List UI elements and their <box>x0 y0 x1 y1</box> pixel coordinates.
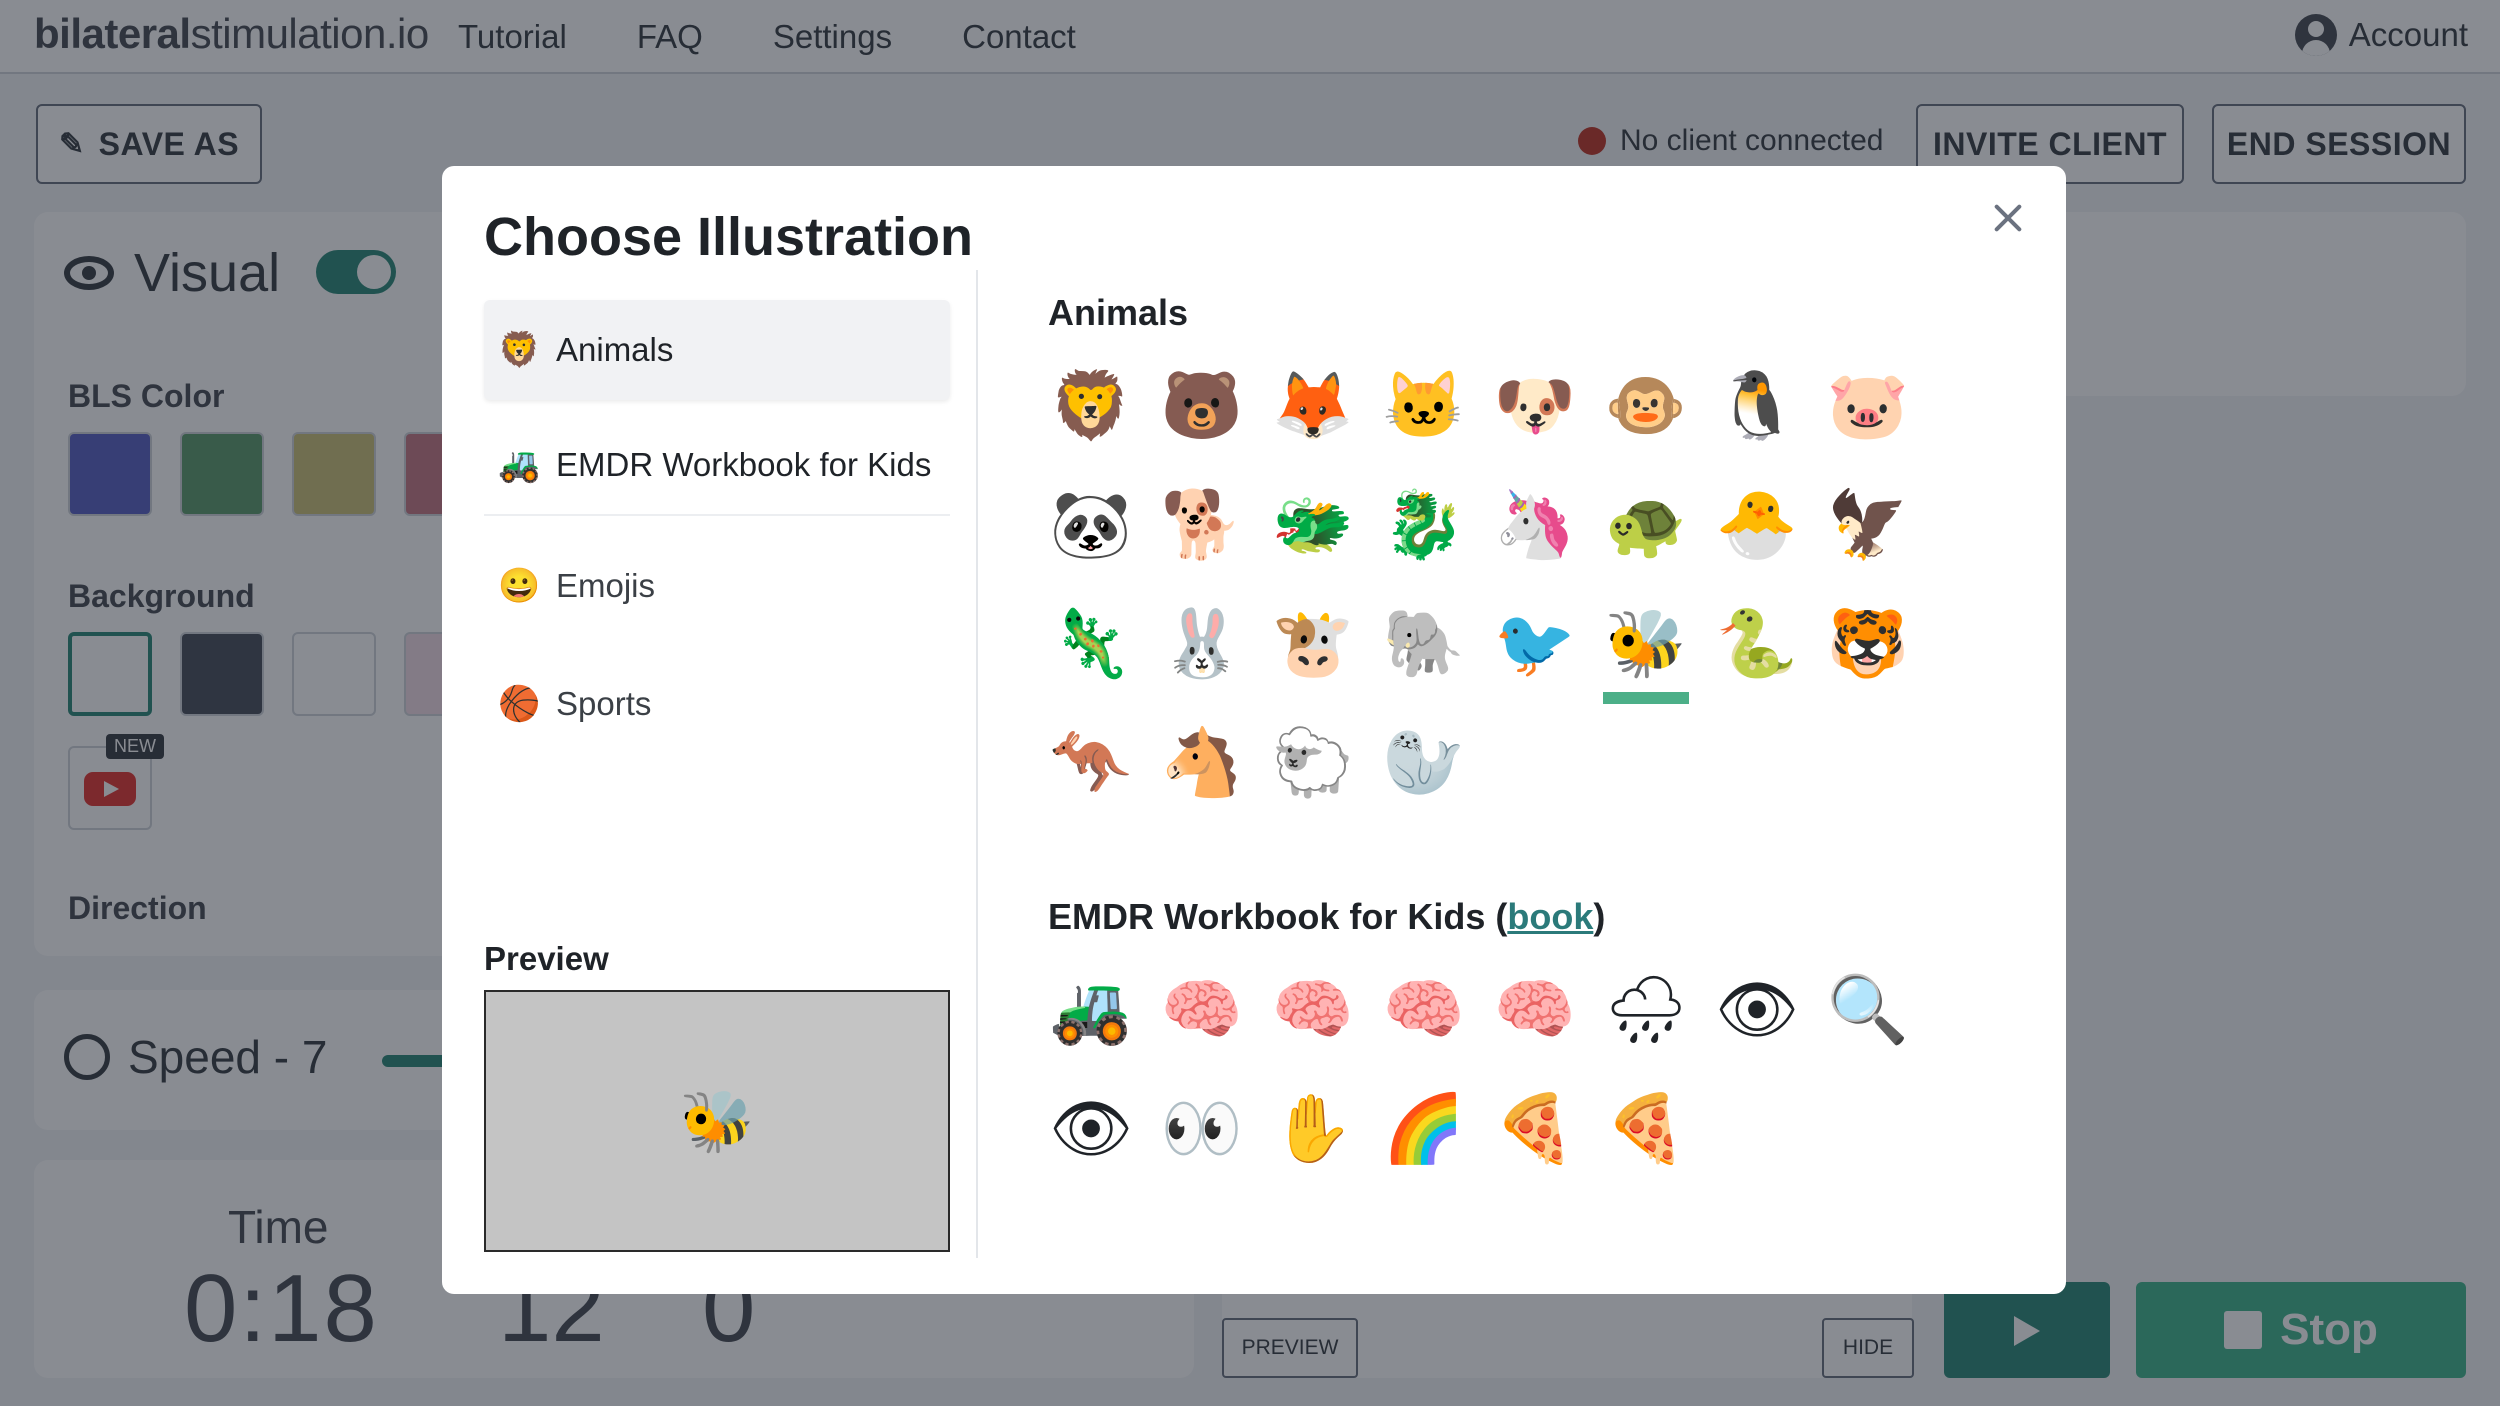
panda-icon[interactable]: 🐼 <box>1048 481 1134 567</box>
bear-icon[interactable]: 🐻 <box>1159 362 1245 448</box>
animals-grid: 🦁 🐻 🦊 🐱 🐶 🐵 🐧 🐷 🐼 🐕 🐲 🐉 🦄 🐢 🐣 🦅 🦎 🐰 🐮 🐘 🐦 🐝 🐍 🐯 🦘 🐴 🐑 🦭 <box>1048 362 1911 805</box>
kangaroo-icon[interactable]: 🦘 <box>1048 719 1134 805</box>
pizza-slice-icon[interactable]: 🍕 <box>1603 1085 1689 1171</box>
workbook-grid: 🚜 🧠 🧠 🧠 🧠 🌧 👁 🔍 👁 👀 ✋ 🌈 🍕 🍕 <box>1048 966 1911 1171</box>
green-dragon-icon[interactable]: 🐉 <box>1381 481 1467 567</box>
eyeball-icon[interactable]: 👁 <box>1714 966 1800 1052</box>
rainbow-icon[interactable]: 🌈 <box>1381 1085 1467 1171</box>
brain-thinking-icon[interactable]: 🧠 <box>1381 966 1467 1052</box>
choose-illustration-dialog: Choose Illustration 🦁 Animals 🚜 EMDR Wor… <box>442 166 2066 1294</box>
brain-icon[interactable]: 🧠 <box>1159 966 1245 1052</box>
elephant-icon[interactable]: 🐘 <box>1381 600 1467 686</box>
tiger-icon[interactable]: 🐯 <box>1825 600 1911 686</box>
close-icon[interactable] <box>1988 198 2028 238</box>
category-emojis[interactable]: 😀 Emojis <box>484 536 950 636</box>
rabbit-icon[interactable]: 🐰 <box>1159 600 1245 686</box>
category-sports[interactable]: 🏀 Sports <box>484 654 950 754</box>
category-label: Emojis <box>556 567 656 604</box>
smile-icon: 😀 <box>498 567 541 605</box>
sheep-icon[interactable]: 🐑 <box>1270 719 1356 805</box>
cow-icon[interactable]: 🐮 <box>1270 600 1356 686</box>
workbook-title-close: ) <box>1593 896 1606 937</box>
chick-icon[interactable]: 🐣 <box>1714 481 1800 567</box>
excavator-icon[interactable]: 🚜 <box>1048 966 1134 1052</box>
horse-icon[interactable]: 🐴 <box>1159 719 1245 805</box>
brain-icon[interactable]: 🧠 <box>1492 966 1578 1052</box>
category-label: Animals <box>556 331 674 368</box>
preview-label: Preview <box>484 940 609 977</box>
fox-icon[interactable]: 🦊 <box>1270 362 1356 448</box>
pig-icon[interactable]: 🐷 <box>1825 362 1911 448</box>
dog-icon[interactable]: 🐶 <box>1492 362 1578 448</box>
category-label: Sports <box>556 685 652 722</box>
axolotl-icon[interactable]: 🦎 <box>1048 600 1134 686</box>
workbook-section-title: EMDR Workbook for Kids (book) <box>1048 896 1605 938</box>
preview-box: 🐝 <box>484 990 950 1252</box>
eagle-icon[interactable]: 🦅 <box>1825 481 1911 567</box>
pizza-icon[interactable]: 🍕 <box>1492 1085 1578 1171</box>
category-emdr-workbook[interactable]: 🚜 EMDR Workbook for Kids <box>484 416 950 516</box>
column-divider <box>976 270 978 1258</box>
eye-magnifier-icon[interactable]: 🔍 <box>1825 966 1911 1052</box>
eyeball-blue-icon[interactable]: 👁 <box>1048 1085 1134 1171</box>
dialog-title: Choose Illustration <box>484 207 974 267</box>
category-label: EMDR Workbook for Kids <box>556 446 932 483</box>
animals-section-title: Animals <box>1048 292 1189 333</box>
book-link[interactable]: book <box>1507 896 1593 937</box>
shiba-icon[interactable]: 🐕 <box>1159 481 1245 567</box>
monkey-icon[interactable]: 🐵 <box>1603 362 1689 448</box>
cat-icon[interactable]: 🐱 <box>1381 362 1467 448</box>
snake-icon[interactable]: 🐍 <box>1714 600 1800 686</box>
walrus-icon[interactable]: 🦭 <box>1381 719 1467 805</box>
basketball-icon: 🏀 <box>498 685 541 723</box>
dragon-icon[interactable]: 🐲 <box>1270 481 1356 567</box>
brain-icon[interactable]: 🧠 <box>1270 966 1356 1052</box>
hand-icon[interactable]: ✋ <box>1270 1085 1356 1171</box>
category-animals[interactable]: 🦁 Animals <box>484 300 950 400</box>
eyeball-brown-icon[interactable]: 👀 <box>1159 1085 1245 1171</box>
workbook-title-text: EMDR Workbook for Kids ( <box>1048 896 1508 937</box>
penguin-icon[interactable]: 🐧 <box>1714 362 1800 448</box>
turtle-icon[interactable]: 🐢 <box>1603 481 1689 567</box>
heron-icon[interactable]: 🐦 <box>1492 600 1578 686</box>
lion-icon: 🦁 <box>498 331 541 369</box>
excavator-icon: 🚜 <box>498 446 541 484</box>
bee-icon[interactable]: 🐝 <box>1603 600 1689 704</box>
cloud-rain-icon[interactable]: 🌧 <box>1603 966 1689 1052</box>
bee-icon: 🐝 <box>679 1087 755 1155</box>
lion-icon[interactable]: 🦁 <box>1048 362 1134 448</box>
unicorn-icon[interactable]: 🦄 <box>1492 481 1578 567</box>
